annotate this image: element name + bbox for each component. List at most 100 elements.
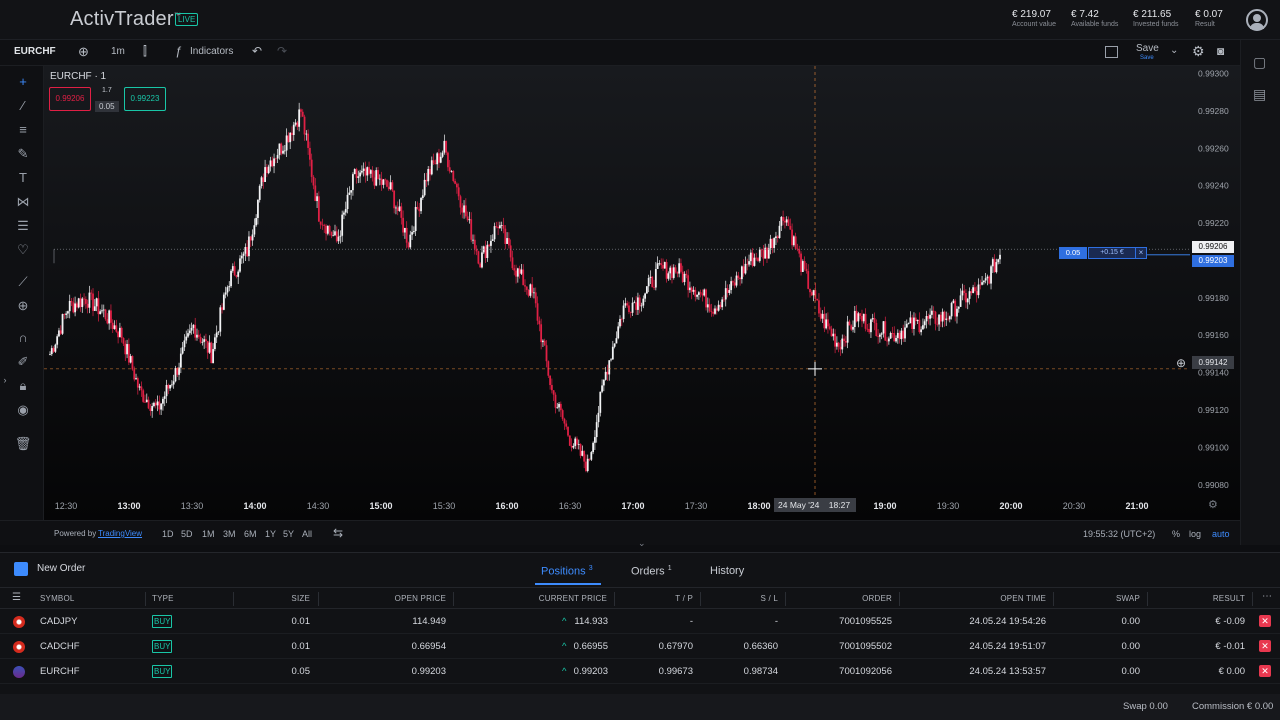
close-position-icon[interactable]: ✕	[1259, 640, 1271, 652]
candle-body	[104, 309, 107, 320]
save-button[interactable]: Save	[1136, 43, 1159, 54]
pencil-lock-icon[interactable]: ✐	[14, 353, 32, 371]
more-options-icon[interactable]: ⋯	[1262, 591, 1272, 602]
candle-body	[377, 170, 379, 180]
tradingview-link[interactable]: TradingView	[98, 529, 142, 538]
candle-body	[934, 311, 937, 324]
row-sl[interactable]: 0.98734	[706, 666, 778, 677]
range-1d[interactable]: 1D	[162, 529, 174, 539]
tab-positions[interactable]: Positions 3	[541, 565, 593, 578]
auto-toggle[interactable]: auto	[1212, 529, 1230, 539]
add-alert-icon[interactable]: ⊕	[1174, 356, 1188, 370]
chat-icon[interactable]: ▢	[1253, 54, 1266, 71]
new-order-icon[interactable]	[14, 562, 28, 576]
row-sl[interactable]: -	[706, 616, 778, 627]
col-order[interactable]: ORDER	[792, 594, 892, 603]
col-tp[interactable]: T / P	[620, 594, 693, 603]
row-open-time: 24.05.24 19:51:07	[969, 641, 1046, 652]
expand-toolbar-icon[interactable]: ›	[2, 371, 8, 389]
tab-history[interactable]: History	[710, 565, 744, 577]
row-tp[interactable]: -	[620, 616, 693, 627]
row-tp[interactable]: 0.99673	[620, 666, 693, 677]
buy-button[interactable]: 0.99223	[124, 87, 166, 111]
candle-body	[305, 133, 308, 135]
tab-orders[interactable]: Orders 1	[631, 565, 672, 578]
crosshair-time-label: 24 May '24 18:27	[774, 498, 856, 512]
brush-icon[interactable]: ✎	[14, 145, 32, 163]
candle-body	[748, 261, 750, 265]
close-position-icon[interactable]: ✕	[1259, 615, 1271, 627]
row-sl[interactable]: 0.66360	[706, 641, 778, 652]
x-tick-label: 20:00	[999, 501, 1022, 511]
percent-toggle[interactable]: %	[1172, 529, 1180, 539]
col-current-price[interactable]: CURRENT PRICE	[460, 594, 607, 603]
prediction-icon[interactable]: ☰	[14, 217, 32, 235]
indicators-button[interactable]: Indicators	[190, 46, 233, 57]
position-row[interactable]: CADCHF BUY 0.01 0.66954 ^ 0.66955 0.6797…	[0, 635, 1280, 659]
range-all[interactable]: All	[302, 529, 312, 539]
ruler-icon[interactable]: ⟋	[14, 273, 32, 291]
col-size[interactable]: SIZE	[240, 594, 310, 603]
col-type[interactable]: TYPE	[152, 594, 174, 603]
indicators-icon[interactable]: ƒ	[175, 44, 182, 58]
eye-icon[interactable]: ◉	[14, 401, 32, 419]
column-settings-icon[interactable]: ☰	[12, 592, 21, 603]
undo-icon[interactable]: ↶	[252, 44, 262, 58]
position-row[interactable]: CADJPY BUY 0.01 114.949 ^ 114.933 - - 70…	[0, 610, 1280, 634]
col-result[interactable]: RESULT	[1154, 594, 1245, 603]
position-row[interactable]: EURCHF BUY 0.05 0.99203 ^ 0.99203 0.9967…	[0, 660, 1280, 684]
candle-body	[549, 375, 551, 386]
interval-button[interactable]: 1m	[111, 46, 125, 57]
collapse-panel-icon[interactable]: ⌄	[638, 538, 646, 549]
candle-type-icon[interactable]: ⫿	[143, 44, 147, 59]
position-close-icon[interactable]: ×	[1135, 247, 1147, 259]
new-order-button[interactable]: New Order	[37, 563, 85, 574]
add-symbol-icon[interactable]: ⊕	[78, 44, 89, 60]
symbol-selector[interactable]: EURCHF	[14, 46, 56, 57]
camera-icon[interactable]: ◙	[1217, 44, 1224, 58]
range-5y[interactable]: 5Y	[283, 529, 294, 539]
heart-icon[interactable]: ♡	[14, 241, 32, 259]
clock-label: 19:55:32 (UTC+2)	[1083, 529, 1156, 539]
range-1m[interactable]: 1M	[202, 529, 215, 539]
lock-icon[interactable]: 🔒︎	[14, 377, 32, 395]
fib-icon[interactable]: ≡	[14, 121, 32, 139]
candle-body	[819, 313, 822, 319]
range-3m[interactable]: 3M	[223, 529, 236, 539]
col-symbol[interactable]: SYMBOL	[40, 594, 75, 603]
trendline-icon[interactable]: ⁄	[14, 97, 32, 115]
trade-size[interactable]: 0.05	[95, 101, 119, 112]
range-5d[interactable]: 5D	[181, 529, 193, 539]
candle-body	[81, 298, 84, 308]
row-tp[interactable]: 0.67970	[620, 641, 693, 652]
trash-icon[interactable]: 🗑︎	[14, 435, 32, 453]
fullscreen-icon[interactable]	[1105, 46, 1118, 58]
candle-body	[925, 315, 928, 322]
position-size-label[interactable]: 0.05	[1059, 247, 1087, 259]
candle-body	[662, 265, 664, 269]
col-open-price[interactable]: OPEN PRICE	[330, 594, 446, 603]
range-1y[interactable]: 1Y	[265, 529, 276, 539]
goto-date-icon[interactable]: ⇆	[333, 526, 343, 540]
settings-gear-icon[interactable]: ⚙	[1192, 43, 1205, 60]
pattern-icon[interactable]: ⋈	[14, 193, 32, 211]
user-avatar-icon[interactable]	[1246, 9, 1268, 31]
price-chart[interactable]: 0.99300 0.99280 0.99260 0.99240 0.99220 0.992…	[44, 66, 1240, 520]
crosshair-icon[interactable]: +	[14, 73, 32, 91]
redo-icon[interactable]: ↷	[277, 44, 287, 58]
zoom-icon[interactable]: ⊕	[14, 297, 32, 315]
close-position-icon[interactable]: ✕	[1259, 665, 1271, 677]
chart-settings-icon[interactable]: ⚙	[1208, 498, 1218, 511]
magnet-icon[interactable]: ∩	[14, 329, 32, 347]
col-swap[interactable]: SWAP	[1060, 594, 1140, 603]
sell-button[interactable]: 0.99206	[49, 87, 91, 111]
col-sl[interactable]: S / L	[706, 594, 778, 603]
candle-body	[818, 300, 820, 314]
col-open-time[interactable]: OPEN TIME	[906, 594, 1046, 603]
log-toggle[interactable]: log	[1189, 529, 1201, 539]
text-icon[interactable]: T	[14, 169, 32, 187]
save-dropdown-icon[interactable]: ⌄	[1170, 45, 1178, 56]
chart-canvas[interactable]: 0.99300 0.99280 0.99260 0.99240 0.99220 0.992…	[44, 66, 1240, 520]
news-icon[interactable]: ▤	[1253, 86, 1266, 103]
range-6m[interactable]: 6M	[244, 529, 257, 539]
